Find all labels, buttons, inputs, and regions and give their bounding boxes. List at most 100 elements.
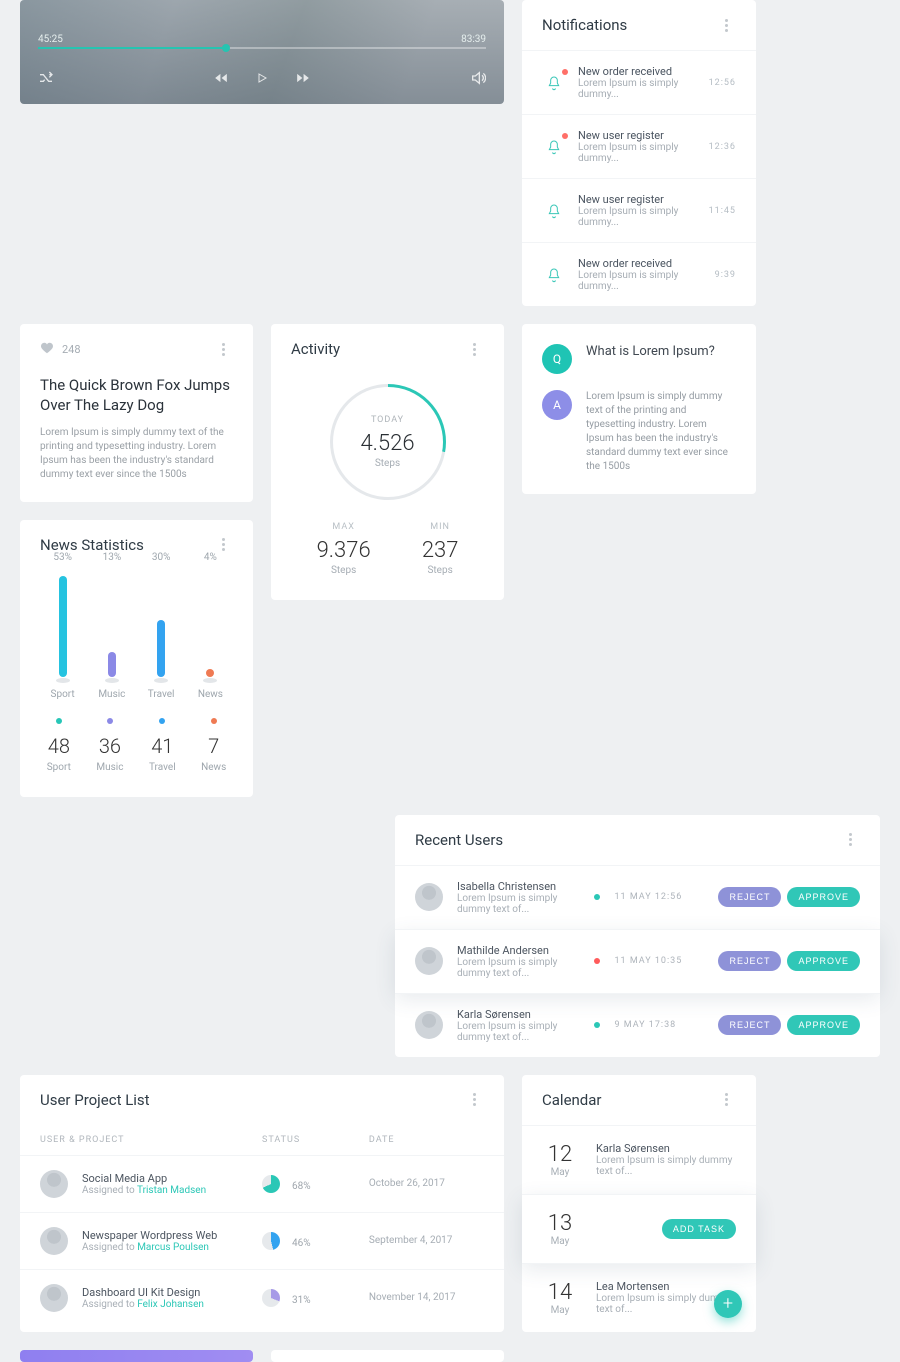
add-button[interactable]: + [714,1290,742,1318]
bell-icon [542,71,566,95]
project-row: Dashboard UI Kit Design Assigned to Feli… [20,1269,504,1326]
progress-pie [262,1232,280,1250]
qa-card: Q What is Lorem Ipsum? A Lorem Ipsum is … [522,324,756,494]
notification-time: 12:56 [709,78,736,88]
calendar-row[interactable]: 13May ADD TASK [522,1194,756,1263]
th-status: STATUS [262,1135,369,1145]
status-dot [594,1022,600,1028]
user-name: Karla Sørensen [457,1008,580,1021]
calendar-title: Calendar [542,1091,602,1109]
more-icon[interactable] [716,19,736,32]
qa-question: What is Lorem Ipsum? [586,344,715,374]
avatar-q: Q [542,344,572,374]
heart-icon[interactable] [40,340,54,359]
stat-bar: 30% Travel [138,552,184,700]
more-icon[interactable] [213,538,233,551]
notification-item[interactable]: New user register Lorem Ipsum is simply … [522,114,756,178]
progress-pie [262,1289,280,1307]
forward-icon[interactable] [296,71,310,85]
assignee-link[interactable]: Tristan Madsen [137,1185,206,1196]
play-icon[interactable] [256,72,268,84]
reject-button[interactable]: REJECT [718,1015,781,1035]
activity-today-value: 4.526 [360,431,414,456]
progress-pct: 68% [292,1181,311,1192]
volume-icon[interactable] [470,70,486,86]
reject-button[interactable]: REJECT [718,951,781,971]
project-date: September 4, 2017 [369,1235,484,1246]
status-dot [594,958,600,964]
reject-button[interactable]: REJECT [718,887,781,907]
project-row: Social Media App Assigned to Tristan Mad… [20,1155,504,1212]
notifications-card: Notifications New order received Lorem I… [522,0,756,306]
project-title: Social Media App [82,1172,206,1185]
assignee-link[interactable]: Felix Johansen [137,1299,204,1310]
progress-pct: 46% [292,1238,311,1249]
th-date: DATE [369,1135,484,1145]
project-list-title: User Project List [40,1091,150,1109]
stat-bar: 4% News [187,552,233,700]
th-user-project: USER & PROJECT [40,1135,262,1145]
legend-item: 36 Music [96,718,123,773]
video-player[interactable]: 45:25 83:39 [20,0,504,104]
video-seek-track[interactable] [38,47,486,49]
legend-item: 7 News [201,718,226,773]
project-title: Dashboard UI Kit Design [82,1286,204,1299]
event-title: Karla Sørensen [596,1142,736,1155]
assignee-link[interactable]: Marcus Poulsen [137,1242,209,1253]
legend-item: 41 Travel [149,718,176,773]
more-icon[interactable] [464,343,484,356]
notification-item[interactable]: New user register Lorem Ipsum is simply … [522,178,756,242]
more-icon[interactable] [840,833,860,846]
user-time: 9 MAY 17:38 [614,1020,704,1030]
add-task-button[interactable]: ADD TASK [662,1219,736,1239]
legend-item: 48 Sport [47,718,71,773]
avatar [415,883,443,911]
video-current-time: 45:25 [38,34,63,45]
user-desc: Lorem Ipsum is simply dummy text of... [457,1021,580,1043]
shuffle-icon[interactable] [38,70,54,86]
notification-desc: Lorem Ipsum is simply dummy... [578,206,697,228]
post-title: The Quick Brown Fox JumpsOver The Lazy D… [40,375,233,416]
calendar-card: Calendar 12May Karla Sørensen Lorem Ipsu… [522,1075,756,1332]
user-time: 11 MAY 12:56 [614,892,704,902]
more-icon[interactable] [716,1093,736,1106]
project-assignee: Assigned to Marcus Poulsen [82,1242,217,1253]
post-card: 248 The Quick Brown Fox JumpsOver The La… [20,324,253,502]
notification-time: 9:39 [715,270,736,280]
approve-button[interactable]: APPROVE [787,887,860,907]
event-title: Lea Mortensen [596,1280,736,1293]
more-icon[interactable] [464,1093,484,1106]
stat-bar: 13% Music [89,552,135,700]
notification-desc: Lorem Ipsum is simply dummy... [578,78,697,100]
post-body: Lorem Ipsum is simply dummy text of the … [40,426,233,482]
avatar [415,947,443,975]
notification-time: 12:36 [709,142,736,152]
project-row: Newspaper Wordpress Web Assigned to Marc… [20,1212,504,1269]
status-dot [594,894,600,900]
activity-today-unit: Steps [375,458,400,469]
more-icon[interactable] [213,343,233,356]
rewind-icon[interactable] [214,71,228,85]
project-list-card: User Project List USER & PROJECT STATUS … [20,1075,504,1332]
event-desc: Lorem Ipsum is simply dummy text of... [596,1155,736,1177]
avatar [40,1170,68,1198]
project-date: October 26, 2017 [369,1178,484,1189]
card-stub [271,1350,504,1362]
calendar-date: 12May [542,1142,578,1178]
activity-card: Activity TODAY 4.526 Steps MAX 9.376 Ste… [271,324,504,600]
project-date: November 14, 2017 [369,1292,484,1303]
calendar-date: 14May [542,1280,578,1316]
avatar [40,1284,68,1312]
approve-button[interactable]: APPROVE [787,951,860,971]
recent-user-row: Isabella Christensen Lorem Ipsum is simp… [395,865,880,929]
notification-item[interactable]: New order received Lorem Ipsum is simply… [522,50,756,114]
video-duration: 83:39 [461,34,486,45]
user-name: Mathilde Andersen [457,944,580,957]
approve-button[interactable]: APPROVE [787,1015,860,1035]
calendar-date: 13May [542,1211,578,1247]
recent-users-title: Recent Users [415,831,503,849]
calendar-row[interactable]: 12May Karla Sørensen Lorem Ipsum is simp… [522,1125,756,1194]
user-desc: Lorem Ipsum is simply dummy text of... [457,957,580,979]
notification-item[interactable]: New order received Lorem Ipsum is simply… [522,242,756,306]
notification-desc: Lorem Ipsum is simply dummy... [578,142,697,164]
